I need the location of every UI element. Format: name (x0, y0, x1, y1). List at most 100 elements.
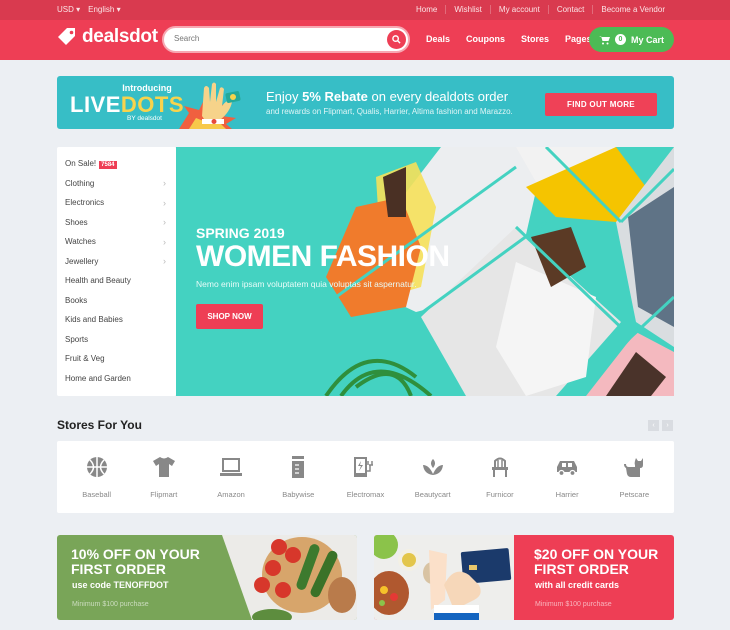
sidebar-item-electronics[interactable]: Electronics › (57, 193, 176, 213)
cart-count: 0 (614, 34, 626, 45)
sidebar-item-label: Fruit & Veg (65, 354, 105, 364)
nav-pages[interactable]: Pages (565, 34, 592, 44)
store-item-beautycart[interactable]: Beautycart (403, 441, 463, 513)
store-name: Babywise (282, 490, 315, 499)
livedots-promo-banner: Introducing LIVEDOTS BY dealsdot Enjoy 5… (57, 76, 674, 129)
language-selector[interactable]: English ▾ (88, 5, 121, 14)
top-link-home[interactable]: Home (408, 5, 445, 14)
stores-heading: Stores For You (57, 418, 142, 432)
store-item-electromax[interactable]: Electromax (335, 441, 395, 513)
sidebar-item-label: Watches (65, 237, 96, 247)
sidebar-item-label: Jewellery (65, 256, 99, 266)
store-item-furnicor[interactable]: Furnicor (470, 441, 530, 513)
chevron-left-icon[interactable]: ‹ (648, 420, 659, 431)
chevron-right-icon: › (163, 256, 166, 267)
hero-slider[interactable]: SPRING 2019 WOMEN FASHION Nemo enim ipsa… (176, 147, 674, 396)
find-out-more-button[interactable]: FIND OUT MORE (545, 93, 657, 116)
sidebar-item-label: Kids and Babies (65, 315, 123, 325)
stores-carousel: Baseball Flipmart Amazon Babywise Electr… (57, 441, 674, 513)
sidebar-item-sports[interactable]: Sports (57, 330, 176, 350)
main-nav: Deals Coupons Stores Pages (426, 34, 592, 44)
promo-headline-post: on every dealdots order (367, 89, 509, 104)
chevron-right-icon: › (163, 217, 166, 228)
top-link-become-vendor[interactable]: Become a Vendor (592, 5, 673, 14)
shop-now-button[interactable]: SHOP NOW (196, 304, 263, 329)
store-name: Beautycart (414, 490, 451, 499)
sidebar-item-kids-babies[interactable]: Kids and Babies (57, 310, 176, 330)
category-sidebar: On Sale! 7584 Clothing › Electronics › Shoe… (57, 147, 176, 396)
store-name: Petscare (619, 490, 650, 499)
nav-coupons[interactable]: Coupons (466, 34, 505, 44)
store-name: Baseball (82, 490, 111, 499)
sidebar-item-label: Clothing (65, 178, 95, 188)
promo-by: BY dealsdot (127, 115, 162, 122)
store-item-babywise[interactable]: Babywise (268, 441, 328, 513)
chair-icon (491, 457, 508, 477)
store-name: Furnicor (486, 490, 514, 499)
stores-carousel-nav: ‹ › (648, 420, 673, 431)
chevron-right-icon: › (163, 197, 166, 208)
nav-deals[interactable]: Deals (426, 34, 450, 44)
offer-title: $20 OFF ON YOUR FIRST ORDER (534, 547, 658, 577)
store-item-flipmart[interactable]: Flipmart (134, 441, 194, 513)
logo[interactable]: dealsdot (57, 26, 158, 48)
offer-title-line1: 10% OFF ON YOUR (71, 546, 200, 562)
top-link-contact[interactable]: Contact (547, 5, 593, 14)
car-icon (557, 461, 578, 477)
offer-minimum: Minimum $100 purchase (535, 601, 612, 608)
sidebar-item-on-sale[interactable]: On Sale! 7584 (57, 154, 176, 174)
currency-selector[interactable]: USD ▾ (57, 5, 80, 14)
sidebar-item-label: Books (65, 295, 88, 305)
offer-banner-20-dollar[interactable]: $20 OFF ON YOUR FIRST ORDER with all cred… (374, 535, 674, 620)
store-item-petscare[interactable]: Petscare (604, 441, 664, 513)
offer-title-line2: FIRST ORDER (71, 561, 166, 577)
hero-season: SPRING 2019 (196, 225, 285, 241)
offer-title-line1: $20 OFF ON YOUR (534, 546, 659, 562)
search-bar (162, 26, 410, 53)
hero-text: Nemo enim ipsam voluptatem quia voluptas… (196, 279, 417, 289)
chevron-right-icon[interactable]: › (662, 420, 673, 431)
top-bar: USD ▾ English ▾ Home Wishlist My account… (0, 0, 730, 20)
laptop-icon (220, 458, 243, 476)
store-name: Amazon (217, 490, 245, 499)
promo-brand-live: LIVE (70, 92, 121, 117)
sidebar-item-books[interactable]: Books (57, 291, 176, 311)
search-input[interactable] (174, 34, 374, 43)
sidebar-item-clothing[interactable]: Clothing › (57, 174, 176, 194)
sidebar-item-label: Electronics (65, 198, 105, 208)
main-header: dealsdot Deals Coupons Stores Pages 0 My… (0, 20, 730, 60)
cart-button[interactable]: 0 My Cart (589, 27, 674, 52)
sidebar-item-jewellery[interactable]: Jewellery › (57, 252, 176, 272)
sidebar-item-label: Shoes (65, 217, 88, 227)
logo-text: dealsdot (82, 26, 158, 47)
store-item-baseball[interactable]: Baseball (67, 441, 127, 513)
store-name: Flipmart (150, 490, 178, 499)
promo-subline: and rewards on Flipmart, Qualis, Harrier… (266, 107, 513, 116)
chevron-right-icon: › (163, 178, 166, 189)
top-link-wishlist[interactable]: Wishlist (445, 5, 490, 14)
lotus-icon (422, 459, 443, 475)
sidebar-item-watches[interactable]: Watches › (57, 232, 176, 252)
offer-minimum: Minimum $100 purchase (72, 601, 149, 608)
offer-title-line2: FIRST ORDER (534, 561, 629, 577)
electric-plug-icon (354, 457, 374, 477)
sidebar-item-fruit-veg[interactable]: Fruit & Veg (57, 349, 176, 369)
search-button[interactable] (387, 30, 406, 49)
sidebar-item-label: Home and Garden (65, 373, 131, 383)
sidebar-item-shoes[interactable]: Shoes › (57, 213, 176, 233)
promo-headline-pre: Enjoy (266, 89, 303, 104)
store-item-harrier[interactable]: Harrier (537, 441, 597, 513)
cart-label: My Cart (630, 34, 664, 45)
sidebar-item-health-beauty[interactable]: Health and Beauty (57, 271, 176, 291)
sidebar-item-home-garden[interactable]: Home and Garden (57, 369, 176, 389)
search-icon (392, 35, 401, 44)
cat-icon (624, 458, 644, 477)
top-link-my-account[interactable]: My account (489, 5, 548, 14)
store-item-amazon[interactable]: Amazon (201, 441, 261, 513)
nav-stores[interactable]: Stores (521, 34, 549, 44)
offer-subtitle: use code TENOFFDOT (72, 580, 169, 590)
chevron-right-icon: › (163, 236, 166, 247)
language-label: English (88, 5, 115, 14)
offer-banner-10-percent[interactable]: 10% OFF ON YOUR FIRST ORDER use code TENO… (57, 535, 357, 620)
promo-headline-bold: 5% Rebate (302, 89, 368, 104)
